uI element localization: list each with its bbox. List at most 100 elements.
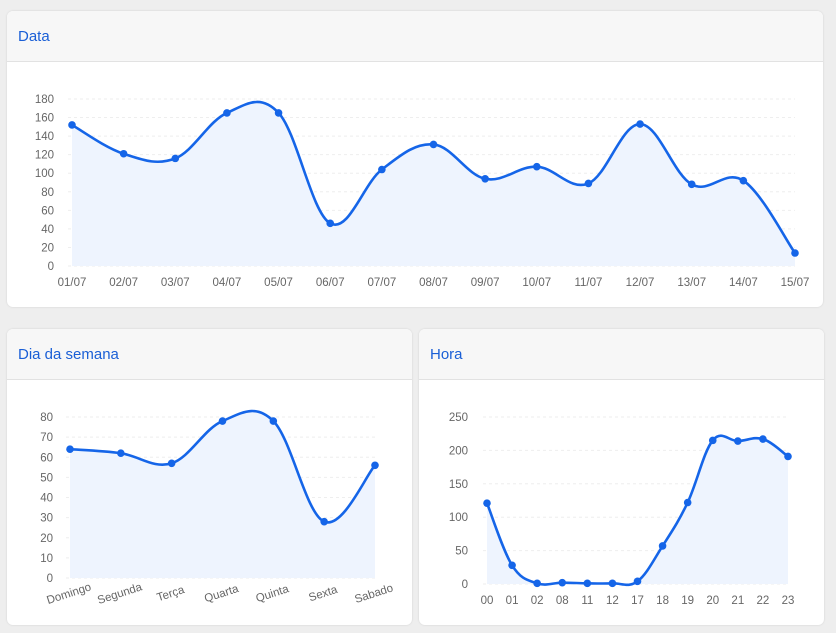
x-tick-label: 01/07 bbox=[58, 277, 87, 289]
data-point[interactable] bbox=[171, 154, 180, 163]
x-tick-label: 21 bbox=[731, 595, 744, 607]
data-point[interactable] bbox=[532, 162, 541, 171]
y-tick-label: 100 bbox=[35, 168, 54, 180]
data-point[interactable] bbox=[708, 436, 717, 445]
x-tick-label: 02 bbox=[531, 595, 544, 607]
data-point[interactable] bbox=[633, 577, 642, 586]
data-point[interactable] bbox=[223, 109, 231, 117]
y-tick-label: 120 bbox=[35, 150, 54, 162]
x-tick-label: 12/07 bbox=[626, 277, 655, 289]
data-point[interactable] bbox=[739, 176, 748, 185]
x-tick-label: 23 bbox=[782, 595, 795, 607]
y-tick-label: 10 bbox=[40, 553, 53, 565]
data-point[interactable] bbox=[483, 499, 491, 507]
data-point[interactable] bbox=[683, 498, 692, 507]
x-tick-label: 14/07 bbox=[729, 277, 758, 289]
x-tick-label: 08 bbox=[556, 595, 569, 607]
y-tick-label: 50 bbox=[455, 546, 468, 558]
data-point[interactable] bbox=[326, 219, 335, 228]
data-point[interactable] bbox=[558, 578, 567, 587]
chart-card-hora: Hora 0 50 100 150 200 250 00 01 02 08 11 12 17 18 19 20… bbox=[419, 329, 824, 625]
x-tick-label: Terça bbox=[156, 584, 187, 604]
x-tick-label: 22 bbox=[757, 595, 770, 607]
series-area bbox=[487, 435, 788, 585]
data-point[interactable] bbox=[636, 120, 644, 128]
data-point[interactable] bbox=[269, 417, 278, 425]
x-tick-label: 13/07 bbox=[677, 277, 706, 289]
chart-card-dia-da-semana: Dia da semana 0 10 20 30 40 50 60 70 80 Domingo Se… bbox=[7, 329, 412, 625]
x-tick-label: 02/07 bbox=[109, 277, 138, 289]
x-tick-label: 11/07 bbox=[574, 277, 602, 289]
data-point[interactable] bbox=[66, 445, 74, 453]
data-point[interactable] bbox=[734, 437, 742, 445]
y-tick-label: 80 bbox=[41, 187, 54, 199]
y-tick-label: 60 bbox=[41, 205, 54, 217]
y-tick-label: 100 bbox=[449, 512, 468, 524]
y-tick-label: 40 bbox=[40, 493, 53, 505]
series-area bbox=[70, 411, 375, 578]
x-tick-label: 03/07 bbox=[161, 277, 190, 289]
y-tick-label: 80 bbox=[40, 412, 53, 424]
data-point[interactable] bbox=[371, 461, 379, 470]
y-tick-label: 200 bbox=[449, 445, 468, 457]
x-tick-label: 18 bbox=[656, 595, 669, 607]
data-point[interactable] bbox=[608, 579, 617, 588]
data-point[interactable] bbox=[583, 579, 592, 588]
x-tick-label: Domingo bbox=[45, 581, 92, 607]
data-point[interactable] bbox=[117, 449, 125, 458]
y-tick-label: 250 bbox=[449, 412, 468, 424]
y-tick-label: 140 bbox=[35, 131, 54, 143]
data-point[interactable] bbox=[791, 249, 799, 257]
x-tick-label: 07/07 bbox=[367, 277, 396, 289]
x-tick-label: 19 bbox=[681, 595, 694, 607]
y-tick-label: 0 bbox=[48, 261, 54, 273]
y-tick-label: 20 bbox=[41, 242, 54, 254]
y-tick-label: 60 bbox=[40, 452, 53, 464]
data-point[interactable] bbox=[759, 435, 767, 443]
x-tick-label: Sabado bbox=[353, 582, 394, 606]
data-point[interactable] bbox=[784, 452, 792, 461]
data-point[interactable] bbox=[687, 180, 696, 189]
data-point[interactable] bbox=[658, 542, 667, 550]
chart-card-data: Data 0 20 40 60 80 100 120 140 160 180 01/07 02/07 0… bbox=[7, 11, 823, 307]
series-area bbox=[72, 101, 795, 266]
line-chart-hora: 0 50 100 150 200 250 00 01 02 08 11 12 17 18 19 20 21 22 2… bbox=[449, 412, 795, 607]
data-point[interactable] bbox=[481, 174, 489, 183]
x-tick-label: Sexta bbox=[307, 584, 339, 605]
x-tick-label: Segunda bbox=[96, 581, 144, 607]
x-tick-label: 09/07 bbox=[471, 277, 500, 289]
data-point[interactable] bbox=[119, 149, 128, 158]
data-point[interactable] bbox=[167, 459, 176, 468]
y-tick-label: 0 bbox=[47, 573, 53, 585]
x-tick-label: 11 bbox=[581, 595, 593, 607]
x-tick-label: 01 bbox=[506, 595, 519, 607]
x-tick-label: 20 bbox=[706, 595, 719, 607]
data-point[interactable] bbox=[584, 179, 593, 188]
x-tick-label: 12 bbox=[606, 595, 619, 607]
x-tick-label: 10/07 bbox=[522, 277, 551, 289]
x-tick-label: Quinta bbox=[254, 583, 291, 605]
y-tick-label: 180 bbox=[35, 94, 54, 106]
x-tick-label: 17 bbox=[631, 595, 644, 607]
x-tick-label: 05/07 bbox=[264, 277, 293, 289]
y-tick-label: 70 bbox=[40, 432, 53, 444]
data-point[interactable] bbox=[320, 517, 328, 526]
data-point[interactable] bbox=[274, 109, 283, 117]
data-point[interactable] bbox=[508, 561, 516, 570]
data-point[interactable] bbox=[68, 121, 76, 129]
y-tick-label: 0 bbox=[462, 579, 468, 591]
data-point[interactable] bbox=[378, 165, 386, 174]
x-tick-label: 06/07 bbox=[316, 277, 345, 289]
x-tick-label: 08/07 bbox=[419, 277, 448, 289]
data-point[interactable] bbox=[429, 140, 438, 149]
data-point[interactable] bbox=[218, 417, 227, 425]
x-tick-label: 00 bbox=[481, 595, 494, 607]
x-tick-label: 15/07 bbox=[781, 277, 810, 289]
y-tick-label: 150 bbox=[449, 479, 468, 491]
line-chart-data: 0 20 40 60 80 100 120 140 160 180 01/07 02/07 03/07 0… bbox=[35, 94, 810, 289]
y-tick-label: 20 bbox=[40, 533, 53, 545]
x-tick-label: Quarta bbox=[203, 583, 241, 605]
y-tick-label: 160 bbox=[35, 113, 54, 125]
data-point[interactable] bbox=[533, 579, 541, 588]
y-tick-label: 50 bbox=[40, 472, 53, 484]
